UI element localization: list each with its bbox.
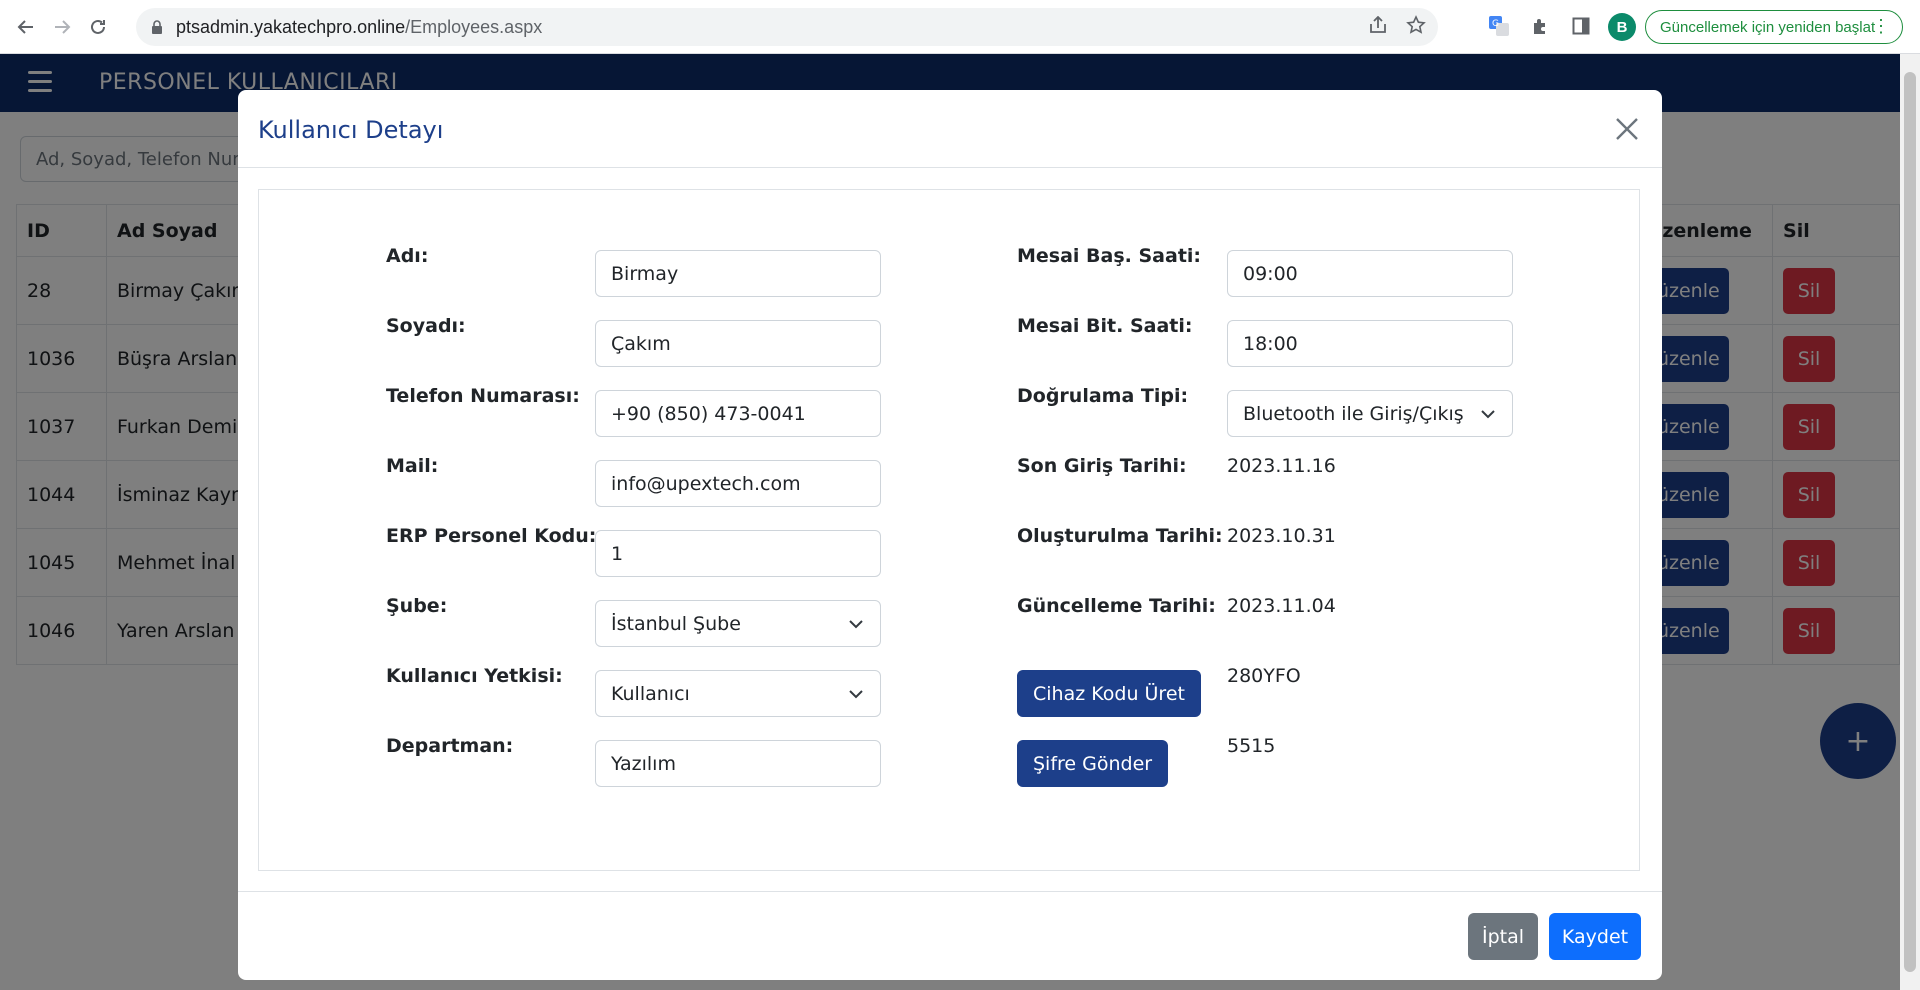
mail-label: Mail: [386, 455, 439, 477]
updated-date-value: 2023.11.04 [1227, 595, 1336, 617]
extensions-puzzle-icon[interactable] [1528, 13, 1554, 39]
branch-selected-value: İstanbul Şube [611, 612, 741, 635]
last-name-label: Soyadı: [386, 315, 466, 337]
reload-icon[interactable] [80, 9, 116, 45]
address-bar[interactable]: ptsadmin.yakatechpro.online/Employees.as… [136, 8, 1438, 46]
bookmark-star-icon[interactable] [1406, 14, 1426, 40]
svg-text:G: G [1492, 19, 1499, 29]
back-arrow-icon[interactable] [8, 9, 44, 45]
role-select[interactable]: Kullanıcı [595, 670, 881, 717]
send-password-button[interactable]: Şifre Gönder [1017, 740, 1169, 787]
scrollbar-thumb[interactable] [1904, 72, 1916, 972]
modal-title: Kullanıcı Detayı [258, 116, 444, 144]
save-button[interactable]: Kaydet [1549, 913, 1641, 960]
modal-header: Kullanıcı Detayı [238, 90, 1662, 168]
auth-type-selected-value: Bluetooth ile Giriş/Çıkış [1243, 402, 1464, 425]
share-icon[interactable] [1368, 15, 1388, 39]
update-restart-label: Güncellemek için yeniden başlat [1660, 18, 1876, 36]
created-date-value: 2023.10.31 [1227, 525, 1336, 547]
branch-label: Şube: [386, 595, 448, 617]
browser-toolbar: ptsadmin.yakatechpro.online/Employees.as… [0, 0, 1920, 54]
first-name-input[interactable]: Birmay [595, 250, 881, 297]
auth-type-label: Doğrulama Tipi: [1017, 385, 1189, 407]
user-detail-form: Adı: Birmay Soyadı: Çakım Telefon Numara… [258, 189, 1640, 871]
department-label: Departman: [386, 735, 514, 757]
user-detail-modal: Kullanıcı Detayı Adı: Birmay Soyadı: Çak… [238, 90, 1662, 980]
chevron-down-icon [849, 690, 863, 699]
url-text: ptsadmin.yakatechpro.online/Employees.as… [176, 16, 543, 37]
forward-arrow-icon[interactable] [44, 9, 80, 45]
modal-footer: İptal Kaydet [238, 891, 1662, 980]
last-login-value: 2023.11.16 [1227, 455, 1336, 477]
department-input[interactable]: Yazılım [595, 740, 881, 787]
mail-input[interactable]: info@upextech.com [595, 460, 881, 507]
updated-date-label: Güncelleme Tarihi: [1017, 595, 1216, 617]
erp-code-input[interactable]: 1 [595, 530, 881, 577]
more-vert-icon[interactable]: ⋮ [1872, 16, 1890, 37]
role-label: Kullanıcı Yetkisi: [386, 665, 563, 687]
shift-end-input[interactable]: 18:00 [1227, 320, 1513, 367]
last-name-input[interactable]: Çakım [595, 320, 881, 367]
role-selected-value: Kullanıcı [611, 682, 690, 705]
close-icon[interactable] [1614, 116, 1642, 144]
generate-device-code-button[interactable]: Cihaz Kodu Üret [1017, 670, 1201, 717]
side-panel-icon[interactable] [1568, 13, 1594, 39]
erp-code-label: ERP Personel Kodu: [386, 525, 597, 547]
phone-input[interactable]: +90 (850) 473-0041 [595, 390, 881, 437]
shift-start-input[interactable]: 09:00 [1227, 250, 1513, 297]
lock-icon [150, 20, 164, 34]
password-value: 5515 [1227, 735, 1276, 757]
chevron-down-icon [1481, 410, 1495, 419]
shift-start-label: Mesai Baş. Saati: [1017, 245, 1202, 267]
update-restart-button[interactable]: Güncellemek için yeniden başlat ⋮ [1645, 10, 1903, 44]
profile-avatar[interactable]: B [1608, 13, 1636, 41]
first-name-label: Adı: [386, 245, 429, 267]
created-date-label: Oluşturulma Tarihi: [1017, 525, 1223, 547]
phone-label: Telefon Numarası: [386, 385, 580, 407]
branch-select[interactable]: İstanbul Şube [595, 600, 881, 647]
page-scrollbar[interactable] [1900, 54, 1920, 990]
device-code-value: 280YFO [1227, 665, 1301, 687]
last-login-label: Son Giriş Tarihi: [1017, 455, 1187, 477]
shift-end-label: Mesai Bit. Saati: [1017, 315, 1193, 337]
auth-type-select[interactable]: Bluetooth ile Giriş/Çıkış [1227, 390, 1513, 437]
translate-icon[interactable]: G [1486, 13, 1512, 39]
cancel-button[interactable]: İptal [1468, 913, 1538, 960]
chevron-down-icon [849, 620, 863, 629]
